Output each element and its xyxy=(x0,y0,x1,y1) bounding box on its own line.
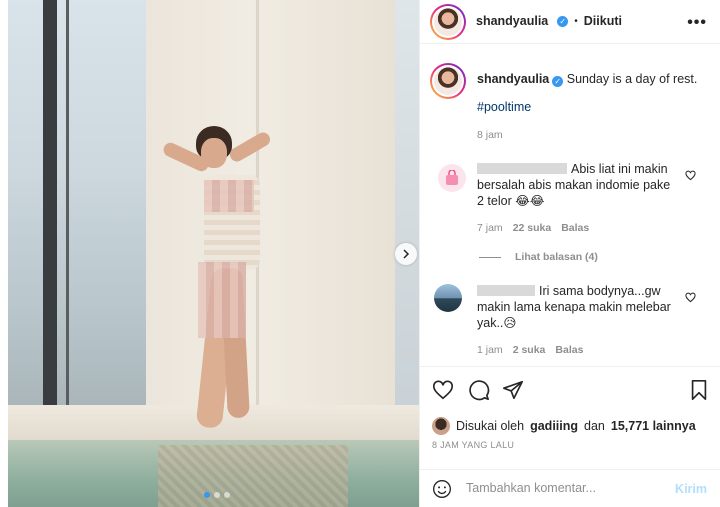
emoji-icon[interactable] xyxy=(432,479,452,499)
hashtag-link[interactable]: #pooltime xyxy=(477,100,531,114)
share-send-icon[interactable] xyxy=(502,379,524,401)
post-details-panel: shandyaulia ✓ • Diikuti ••• shandyaulia ✓… xyxy=(419,0,720,507)
post-header: shandyaulia ✓ • Diikuti ••• xyxy=(420,0,720,44)
more-options-icon[interactable]: ••• xyxy=(687,14,707,32)
comment-body: Iri sama bodynya...gw makin lama kenapa … xyxy=(477,283,672,331)
window-frame xyxy=(43,0,57,410)
caption-text: Sunday is a day of rest. xyxy=(566,72,698,86)
reply-button[interactable]: Balas xyxy=(555,344,583,356)
view-replies-button[interactable]: Lihat balasan (4) xyxy=(479,251,598,263)
author-avatar[interactable] xyxy=(430,4,466,40)
verified-badge-icon: ✓ xyxy=(552,76,564,87)
comment-likes[interactable]: 22 suka xyxy=(513,222,552,234)
redacted-username xyxy=(477,163,567,174)
view-replies-label: Lihat balasan (4) xyxy=(515,251,598,263)
next-photo-button[interactable] xyxy=(395,243,417,265)
like-heart-icon[interactable] xyxy=(432,379,454,401)
save-bookmark-icon[interactable] xyxy=(689,379,709,401)
carousel-dot xyxy=(204,492,210,498)
censor-blur xyxy=(204,180,254,212)
censor-blur xyxy=(198,262,246,338)
bag-avatar-icon[interactable] xyxy=(438,164,466,192)
window-frame xyxy=(66,0,69,410)
liker-username[interactable]: gadiiing xyxy=(530,419,578,433)
comment-time: 7 jam xyxy=(477,222,503,234)
comment-input[interactable] xyxy=(466,481,666,495)
carousel-dot xyxy=(224,492,230,498)
verified-badge-icon: ✓ xyxy=(557,15,569,27)
post-actions: Disukai oleh gadiiing dan 15,771 lainnya… xyxy=(420,366,720,466)
post-comment-button[interactable]: Kirim xyxy=(675,482,707,496)
post-caption: shandyaulia ✓ Sunday is a day of rest. xyxy=(477,70,707,88)
comment-body: Abis liat ini makin bersalah abis makan … xyxy=(477,161,672,209)
author-username[interactable]: shandyaulia xyxy=(476,14,548,28)
pool-mosaic xyxy=(158,445,348,507)
comment-bubble-icon[interactable] xyxy=(468,379,490,401)
comment-likes[interactable]: 2 suka xyxy=(513,344,546,356)
redacted-username xyxy=(477,285,535,296)
like-comment-heart-icon[interactable] xyxy=(685,292,696,303)
caption-avatar[interactable] xyxy=(430,63,466,99)
caption-username[interactable]: shandyaulia xyxy=(477,72,549,86)
lake-avatar-icon[interactable] xyxy=(434,284,462,312)
likes-count[interactable]: 15,771 lainnya xyxy=(611,419,696,433)
window-view-right xyxy=(395,0,419,440)
liker-avatar[interactable] xyxy=(432,417,450,435)
likes-joiner: dan xyxy=(584,419,605,433)
replies-line xyxy=(479,256,501,258)
carousel-dots xyxy=(204,492,230,498)
chevron-right-icon xyxy=(403,249,410,259)
add-comment-bar: Kirim xyxy=(420,469,720,507)
like-comment-heart-icon[interactable] xyxy=(685,170,696,181)
comment-meta: 1 jam 2 suka Balas xyxy=(477,344,583,356)
comment-meta: 7 jam 22 suka Balas xyxy=(477,222,589,234)
likes-summary: Disukai oleh gadiiing dan 15,771 lainnya xyxy=(432,417,696,435)
reply-button[interactable]: Balas xyxy=(561,222,589,234)
carousel-dot xyxy=(214,492,220,498)
window-view xyxy=(8,0,146,410)
header-author: shandyaulia ✓ • Diikuti xyxy=(476,14,622,28)
post-timestamp: 8 JAM YANG LALU xyxy=(432,440,515,450)
post-photo[interactable] xyxy=(8,0,419,507)
follow-button[interactable]: Diikuti xyxy=(584,14,622,28)
marble-wall xyxy=(146,0,395,430)
caption-time: 8 jam xyxy=(477,129,503,141)
comment-time: 1 jam xyxy=(477,344,503,356)
separator: • xyxy=(574,15,578,27)
likes-prefix: Disukai oleh xyxy=(456,419,525,433)
